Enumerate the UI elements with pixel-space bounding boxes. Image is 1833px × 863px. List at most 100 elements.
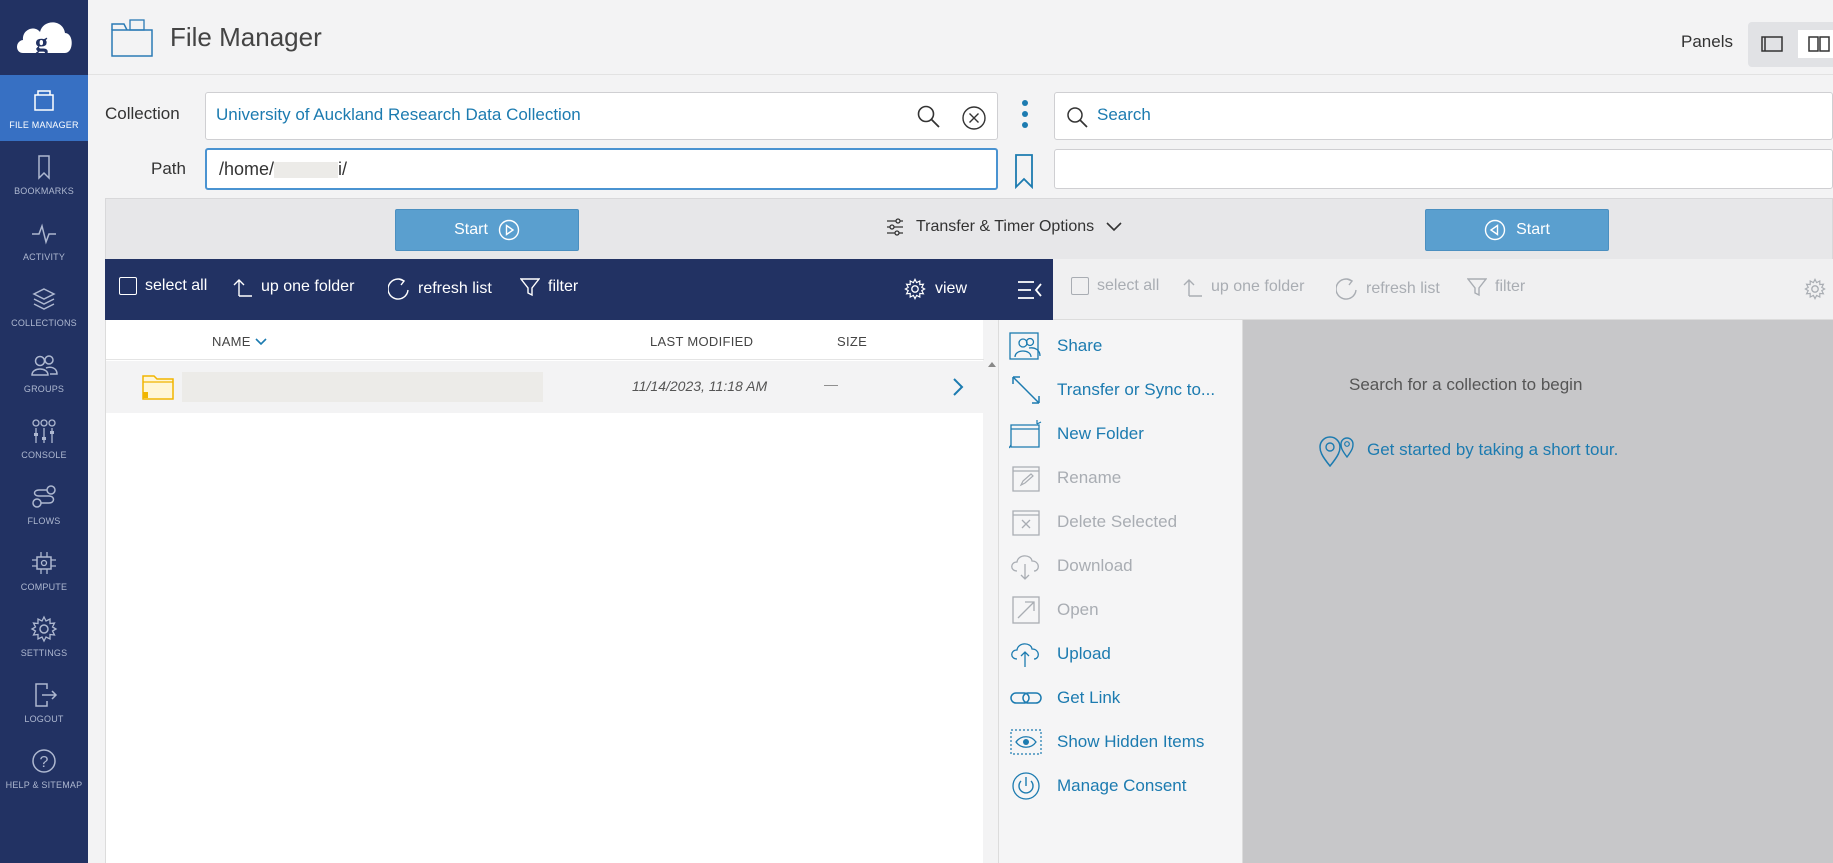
cloud-upload-icon — [1011, 643, 1039, 667]
sidebar-item-label: FILE MANAGER — [9, 120, 79, 130]
filter-icon — [520, 278, 540, 297]
start-right-button[interactable]: Start — [1425, 209, 1609, 251]
sidebar-item-logout[interactable]: LOGOUT — [0, 669, 88, 735]
right-collection-panel: Search for a collection to begin Get sta… — [1243, 320, 1833, 863]
logout-icon — [35, 683, 58, 707]
right-search-input[interactable]: Search — [1054, 92, 1833, 140]
bookmark-icon[interactable] — [1013, 153, 1035, 189]
sidebar-item-label: COMPUTE — [20, 582, 68, 592]
redacted-username — [274, 162, 339, 179]
tour-link-label: Get started by taking a short tour. — [1367, 440, 1619, 459]
column-header-size[interactable]: SIZE — [837, 334, 867, 349]
download-action[interactable]: Download — [1009, 551, 1133, 581]
rename-action[interactable]: Rename — [1009, 463, 1121, 493]
sidebar-item-label: FLOWS — [27, 516, 61, 526]
checkbox[interactable] — [1071, 277, 1089, 295]
share-label: Share — [1057, 336, 1103, 355]
column-header-last-modified[interactable]: LAST MODIFIED — [650, 334, 753, 349]
refresh-list-label: refresh list — [1366, 280, 1440, 297]
download-label: Download — [1057, 556, 1133, 575]
sidebar-item-console[interactable]: CONSOLE — [0, 405, 88, 471]
get-link-action[interactable]: Get Link — [1009, 683, 1120, 713]
file-list: NAME LAST MODIFIED SIZE 11/14/2023, 11:1… — [105, 320, 996, 863]
path-value: /home/i/ — [219, 159, 347, 180]
share-action[interactable]: Share — [1009, 331, 1102, 361]
right-path-input[interactable] — [1054, 149, 1833, 189]
more-options-icon[interactable] — [1018, 98, 1032, 132]
sidebar-item-help[interactable]: ? HELP & SITEMAP — [0, 735, 88, 801]
view-button[interactable]: view — [903, 277, 967, 301]
header: File Manager Panels — [88, 0, 1833, 75]
gear-icon[interactable] — [1803, 277, 1827, 301]
file-manager-icon — [34, 90, 54, 111]
chevron-right-icon[interactable] — [952, 377, 964, 397]
tour-link[interactable]: Get started by taking a short tour. — [1317, 433, 1618, 467]
up-one-folder-button[interactable]: up one folder — [233, 277, 354, 297]
dual-panel-button[interactable] — [1798, 30, 1833, 58]
sidebar-item-flows[interactable]: FLOWS — [0, 471, 88, 537]
select-all-checkbox[interactable]: select all — [119, 277, 207, 295]
groups-icon — [31, 355, 58, 376]
path-label: Path — [151, 159, 186, 178]
help-icon: ? — [32, 749, 56, 773]
up-folder-icon — [233, 279, 252, 297]
path-input[interactable]: /home/i/ — [205, 148, 998, 190]
collections-icon — [32, 288, 56, 310]
panels-toggle — [1748, 22, 1833, 67]
refresh-list-button-right[interactable]: refresh list — [1336, 277, 1440, 301]
sidebar-item-settings[interactable]: SETTINGS — [0, 603, 88, 669]
sidebar-item-groups[interactable]: GROUPS — [0, 339, 88, 405]
upload-label: Upload — [1057, 644, 1111, 663]
delete-selected-action[interactable]: Delete Selected — [1009, 507, 1177, 537]
globus-logo[interactable]: g — [0, 0, 88, 75]
table-row[interactable]: 11/14/2023, 11:18 AM — — [106, 361, 984, 413]
sidebar-item-label: BOOKMARKS — [14, 186, 74, 196]
sliders-icon — [887, 218, 903, 236]
open-label: Open — [1057, 600, 1099, 619]
sidebar-item-label: LOGOUT — [24, 714, 64, 724]
manage-consent-label: Manage Consent — [1057, 776, 1187, 795]
column-header-name[interactable]: NAME — [212, 334, 267, 349]
transfer-or-sync-action[interactable]: Transfer or Sync to... — [1009, 375, 1215, 405]
refresh-icon — [1336, 278, 1357, 300]
collection-label: Collection — [105, 104, 180, 123]
refresh-list-button[interactable]: refresh list — [388, 277, 492, 301]
transfer-options-toggle[interactable]: Transfer & Timer Options — [886, 217, 1122, 237]
left-toolbar: select all up one folder refresh list fi… — [105, 259, 1053, 320]
sidebar-item-label: ACTIVITY — [22, 252, 66, 262]
eye-icon — [1010, 729, 1042, 755]
search-placeholder: Search — [1097, 105, 1151, 124]
sort-down-icon — [255, 337, 267, 345]
filter-label: filter — [548, 278, 579, 295]
select-all-label: select all — [145, 277, 208, 294]
collection-value: University of Auckland Research Data Col… — [216, 105, 581, 124]
sidebar-item-collections[interactable]: COLLECTIONS — [0, 273, 88, 339]
upload-action[interactable]: Upload — [1009, 639, 1111, 669]
path-suffix: i/ — [338, 159, 348, 179]
clear-icon[interactable] — [961, 105, 987, 131]
search-icon[interactable] — [916, 104, 942, 130]
collection-input[interactable]: University of Auckland Research Data Col… — [205, 92, 998, 140]
start-left-button[interactable]: Start — [395, 209, 579, 251]
globus-logo-icon: g — [17, 21, 72, 57]
scrollbar-up-arrow[interactable] — [988, 362, 996, 367]
open-action[interactable]: Open — [1009, 595, 1099, 625]
up-one-folder-button-right[interactable]: up one folder — [1183, 277, 1304, 297]
sidebar-item-label: CONSOLE — [21, 450, 67, 460]
select-all-checkbox-right[interactable]: select all — [1071, 277, 1159, 295]
filter-button-right[interactable]: filter — [1467, 277, 1525, 297]
sidebar-item-file-manager[interactable]: FILE MANAGER — [0, 75, 88, 141]
collapse-menu-icon[interactable] — [1017, 280, 1043, 300]
manage-consent-action[interactable]: Manage Consent — [1009, 771, 1186, 801]
show-hidden-items-label: Show Hidden Items — [1057, 732, 1205, 751]
single-panel-button[interactable] — [1754, 30, 1790, 58]
show-hidden-items-action[interactable]: Show Hidden Items — [1009, 727, 1204, 757]
sidebar-item-activity[interactable]: ACTIVITY — [0, 207, 88, 273]
filter-button[interactable]: filter — [520, 277, 578, 297]
sidebar-item-compute[interactable]: COMPUTE — [0, 537, 88, 603]
sidebar-item-bookmarks[interactable]: BOOKMARKS — [0, 141, 88, 207]
new-folder-action[interactable]: New Folder — [1009, 419, 1144, 449]
checkbox[interactable] — [119, 277, 137, 295]
transfer-arrow-icon — [1012, 376, 1040, 404]
link-icon — [1010, 692, 1042, 704]
